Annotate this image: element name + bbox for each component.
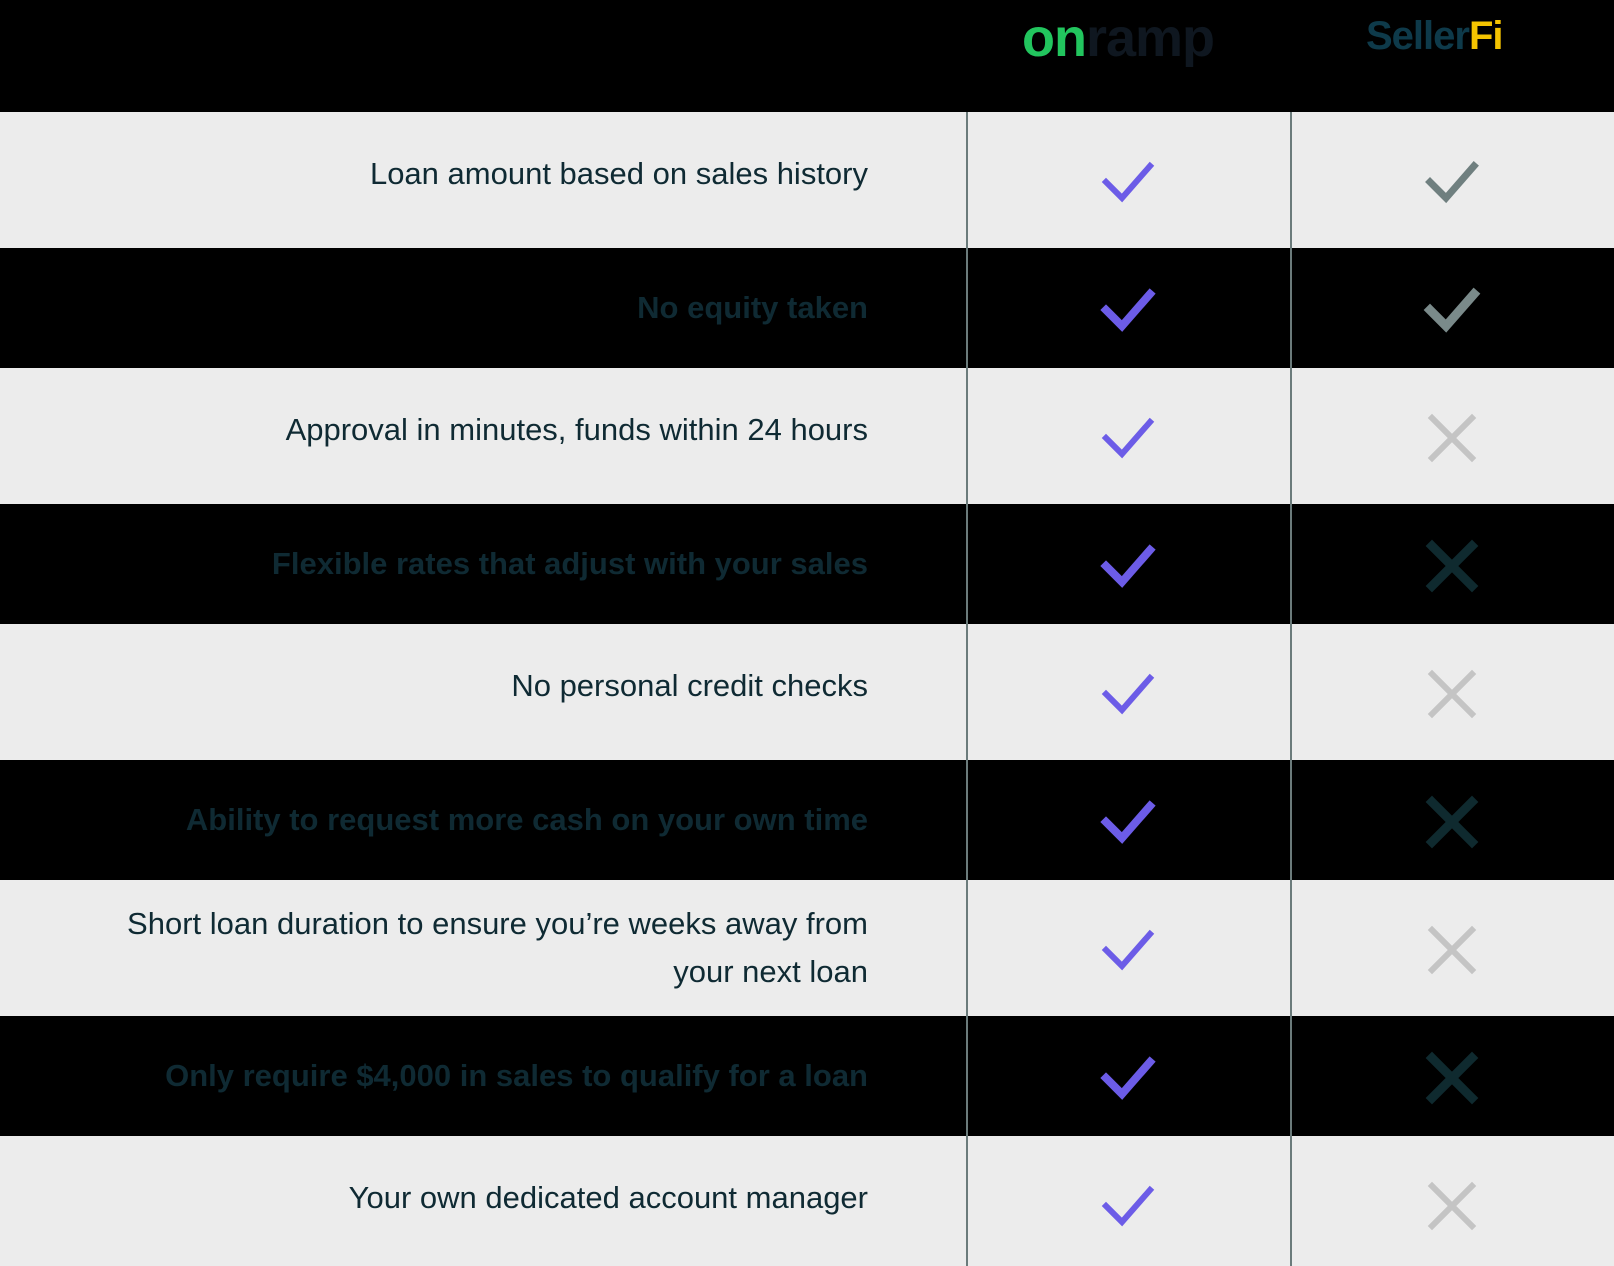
check-icon — [1098, 536, 1158, 596]
table-row: Your own dedicated account manager — [0, 1136, 1614, 1266]
check-icon — [1098, 664, 1158, 724]
feature-label: Your own dedicated account manager — [348, 1180, 868, 1215]
onramp-logo: onramp — [1022, 8, 1215, 68]
feature-label: Short loan duration to ensure you’re wee… — [127, 906, 868, 989]
check-icon — [1098, 152, 1158, 212]
comparison-table: Loan amount based on sales history No eq… — [0, 112, 1614, 1266]
feature-label: No personal credit checks — [511, 668, 868, 703]
table-row: Approval in minutes, funds within 24 hou… — [0, 368, 1614, 504]
x-icon — [1422, 536, 1482, 596]
table-row: Ability to request more cash on your own… — [0, 760, 1614, 880]
check-icon — [1098, 920, 1158, 980]
feature-label: Ability to request more cash on your own… — [185, 802, 868, 837]
feature-label: Flexible rates that adjust with your sal… — [271, 546, 868, 581]
feature-label: Only require $4,000 in sales to qualify … — [165, 1058, 868, 1093]
feature-label: No equity taken — [637, 290, 868, 325]
check-icon — [1422, 280, 1482, 340]
column-divider — [1290, 112, 1292, 1266]
check-icon — [1098, 1048, 1158, 1108]
check-icon — [1098, 792, 1158, 852]
x-icon — [1422, 792, 1482, 852]
check-icon — [1098, 280, 1158, 340]
table-row: No personal credit checks — [0, 624, 1614, 760]
check-icon — [1098, 408, 1158, 468]
table-row: Flexible rates that adjust with your sal… — [0, 504, 1614, 624]
feature-label: Approval in minutes, funds within 24 hou… — [285, 412, 868, 447]
x-icon — [1422, 920, 1482, 980]
column-divider — [966, 112, 968, 1266]
sellerfi-logo: SellerFi — [1366, 14, 1504, 58]
table-row: No equity taken — [0, 248, 1614, 368]
table-row: Only require $4,000 in sales to qualify … — [0, 1016, 1614, 1136]
table-row: Loan amount based on sales history — [0, 112, 1614, 248]
x-icon — [1422, 1176, 1482, 1236]
table-row: Short loan duration to ensure you’re wee… — [0, 880, 1614, 1016]
check-icon — [1422, 152, 1482, 212]
feature-label: Loan amount based on sales history — [369, 156, 868, 191]
comparison-header: onramp SellerFi — [0, 0, 1614, 112]
x-icon — [1422, 664, 1482, 724]
check-icon — [1098, 1176, 1158, 1236]
x-icon — [1422, 408, 1482, 468]
x-icon — [1422, 1048, 1482, 1108]
